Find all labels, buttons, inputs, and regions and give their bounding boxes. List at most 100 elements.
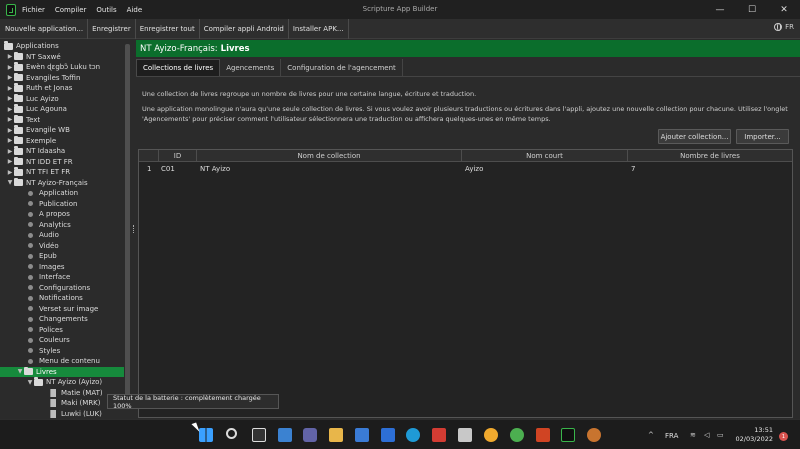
tree-section[interactable]: Verset sur image [0, 304, 131, 315]
chevron-right-icon[interactable]: ▶ [6, 137, 14, 144]
column-header-book-count[interactable]: Nombre de livres [628, 150, 792, 162]
column-header-name[interactable]: Nom de collection [197, 150, 462, 162]
widgets-icon[interactable] [278, 428, 292, 442]
column-header-short-name[interactable]: Nom court [462, 150, 628, 162]
chevron-right-icon[interactable]: ▶ [6, 148, 14, 155]
chevron-right-icon[interactable]: ▶ [6, 116, 14, 123]
app-icon-grey[interactable] [458, 428, 472, 442]
minimize-button[interactable]: — [704, 0, 736, 19]
tree-app[interactable]: ▶ Luc Ayizo [0, 93, 131, 105]
tab-agencements[interactable]: Agencements [220, 59, 282, 76]
tree-section[interactable]: Couleurs [0, 335, 131, 346]
chevron-down-icon[interactable]: ▼ [26, 379, 34, 386]
app-icon-brown[interactable] [587, 428, 601, 442]
tree-section[interactable]: Styles [0, 346, 131, 357]
chevron-down-icon[interactable]: ▼ [16, 368, 24, 375]
tree-section[interactable]: Images [0, 262, 131, 273]
chevron-right-icon[interactable]: ▶ [6, 158, 14, 165]
chevron-right-icon[interactable]: ▶ [6, 127, 14, 134]
menu-fichier[interactable]: Fichier [22, 6, 45, 14]
tree-app[interactable]: ▶ Ewèn ɖɛgbɔ̃ Luku tɔn [0, 62, 131, 73]
file-explorer-icon[interactable] [329, 428, 343, 442]
tree-collection[interactable]: ▼ NT Ayizo (Ayizo) [0, 377, 131, 388]
tree-app[interactable]: ▶ NT IDD ET FR [0, 156, 131, 168]
tree-section[interactable]: Changements [0, 314, 131, 325]
tree-app[interactable]: ▶ Luc Agouna [0, 104, 131, 115]
tree-app[interactable]: ▶ NT Saxwé [0, 51, 131, 63]
tree-section[interactable]: Interface [0, 272, 131, 283]
add-collection-button[interactable]: Ajouter collection... [658, 129, 731, 144]
clock[interactable]: 13:51 02/03/2022 [735, 426, 773, 444]
menu-aide[interactable]: Aide [127, 6, 142, 14]
tree-app[interactable]: ▶ Text [0, 114, 131, 126]
tray-overflow-icon[interactable]: ^ [648, 431, 654, 439]
tree-section[interactable]: Publication [0, 199, 131, 210]
build-android-button[interactable]: Compiler appli Android [200, 18, 289, 39]
battery-icon[interactable]: ▭ [717, 431, 724, 439]
app-icon-orange[interactable] [484, 428, 498, 442]
chevron-right-icon[interactable]: ▶ [6, 169, 14, 176]
tree-book[interactable]: Luwki (LUK) [0, 409, 131, 420]
tree-scrollbar-thumb[interactable] [125, 44, 130, 406]
chevron-right-icon[interactable]: ▶ [6, 74, 14, 81]
import-button[interactable]: Importer... [736, 129, 789, 144]
tree-label: Changements [39, 315, 88, 324]
tree-app[interactable]: ▶ NT TFI ET FR [0, 167, 131, 178]
install-apk-button[interactable]: Installer APK... [289, 18, 349, 39]
input-language[interactable]: FRA [665, 432, 678, 440]
mail-icon[interactable] [381, 428, 395, 442]
chevron-right-icon[interactable]: ▶ [6, 64, 14, 71]
tree-app[interactable]: ▶ NT Idaasha [0, 146, 131, 157]
close-button[interactable]: ✕ [768, 0, 800, 19]
menu-outils[interactable]: Outils [96, 6, 116, 14]
tree-app[interactable]: ▶ Evangiles Toffin [0, 72, 131, 84]
tree-section[interactable]: Polices [0, 325, 131, 336]
tree-section[interactable]: Audio [0, 230, 131, 241]
tree-section[interactable]: Application [0, 188, 131, 199]
tree-root-applications[interactable]: Applications [4, 41, 131, 52]
tree-app[interactable]: ▶ Ruth et Jonas [0, 83, 131, 94]
chrome-icon[interactable] [510, 428, 524, 442]
maximize-button[interactable]: ☐ [736, 0, 768, 19]
chevron-right-icon[interactable]: ▶ [6, 106, 14, 113]
store-icon[interactable] [355, 428, 369, 442]
edge-icon[interactable] [406, 428, 420, 442]
task-view-icon[interactable] [252, 428, 266, 442]
language-selector[interactable]: FR [774, 23, 794, 31]
tree-section[interactable]: Analytics [0, 220, 131, 231]
tab-configuration-agencement[interactable]: Configuration de l'agencement [281, 59, 403, 76]
tab-collections[interactable]: Collections de livres [136, 59, 221, 76]
windows-start-icon[interactable] [199, 428, 213, 442]
menu-compiler[interactable]: Compiler [55, 6, 87, 14]
tree-item-livres[interactable]: ▼ Livres [0, 366, 131, 377]
app-icon-red[interactable] [432, 428, 446, 442]
wifi-icon[interactable]: ≋ [690, 431, 696, 439]
tree-scrollbar[interactable] [124, 40, 131, 419]
chevron-down-icon[interactable]: ▼ [6, 179, 14, 186]
tree-section[interactable]: Notifications [0, 293, 131, 304]
volume-icon[interactable]: ◁ [704, 431, 709, 439]
scripture-app-builder-icon[interactable] [561, 428, 575, 442]
column-header-id[interactable]: ID [159, 150, 197, 162]
tree-app[interactable]: ▶ Exemple [0, 135, 131, 147]
folder-icon [14, 72, 23, 82]
save-all-button[interactable]: Enregistrer tout [136, 18, 200, 39]
search-icon[interactable] [226, 428, 237, 439]
tree-app[interactable]: ▶ Evangile WB [0, 125, 131, 136]
tree-app-ayizo-francais[interactable]: ▼ NT Ayizo-Français [0, 177, 131, 189]
notification-badge[interactable]: 1 [779, 432, 788, 441]
app-logo-icon [6, 3, 16, 16]
teams-icon[interactable] [303, 428, 317, 442]
table-row[interactable]: 1 C01 NT Ayizo Ayizo 7 [139, 163, 792, 174]
save-button[interactable]: Enregistrer [88, 18, 136, 39]
chevron-right-icon[interactable]: ▶ [6, 95, 14, 102]
tree-section[interactable]: Epub [0, 251, 131, 262]
tree-section[interactable]: Configurations [0, 283, 131, 294]
tree-section[interactable]: Vidéo [0, 241, 131, 252]
tree-section[interactable]: Menu de contenu [0, 356, 131, 367]
powerpoint-icon[interactable] [536, 428, 550, 442]
new-app-button[interactable]: Nouvelle application... [0, 18, 89, 39]
chevron-right-icon[interactable]: ▶ [6, 85, 14, 92]
tree-section[interactable]: A propos [0, 209, 131, 220]
chevron-right-icon[interactable]: ▶ [6, 53, 14, 60]
